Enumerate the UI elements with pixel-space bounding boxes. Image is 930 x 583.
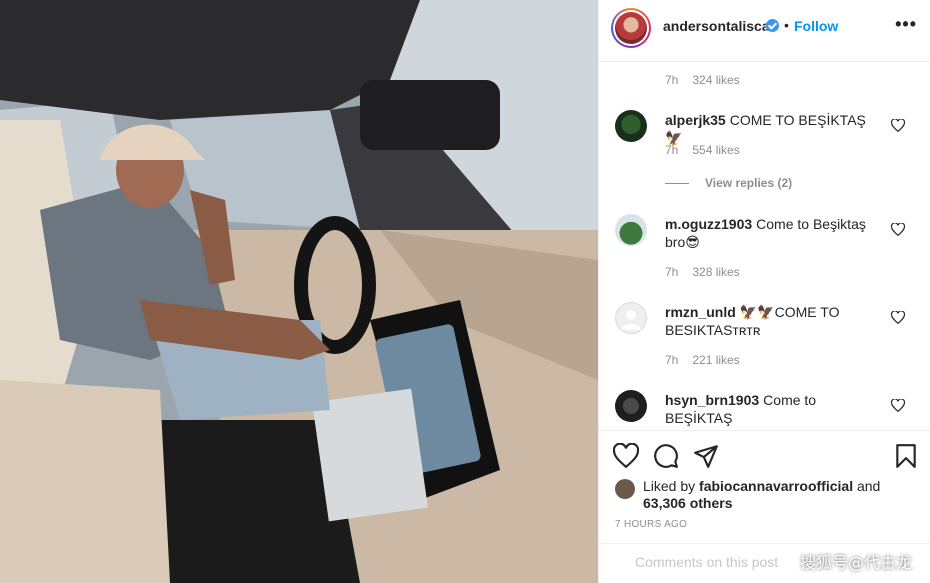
header-separator: • <box>784 17 789 33</box>
author-username[interactable]: andersontalisca <box>663 18 770 34</box>
comment-username[interactable]: hsyn_brn1903 <box>665 392 759 408</box>
likes-summary: Liked by fabiocannavarroofficial and <box>615 477 881 499</box>
watermark: 搜狐号@代古龙 <box>799 553 912 572</box>
likes-prefix: Liked by <box>643 478 696 494</box>
liker-avatar[interactable] <box>615 479 635 499</box>
comment-meta: 7h 554 likes <box>665 143 740 157</box>
comment-likes[interactable]: 554 likes <box>692 143 739 157</box>
post-side-panel: andersontalisca • Follow ••• 7h 324 likes… <box>598 0 930 583</box>
author-avatar[interactable] <box>611 8 651 48</box>
view-replies-button[interactable]: View replies (2) <box>665 176 792 190</box>
comment-likes[interactable]: 221 likes <box>692 353 739 367</box>
comment-time: 7h <box>665 353 679 367</box>
comment-body: alperjk35 COME TO BEŞİKTAŞ 🦅 <box>665 111 885 147</box>
comment-avatar[interactable] <box>615 214 647 246</box>
bookmark-icon[interactable] <box>893 443 919 469</box>
comment-time: 7h <box>665 143 679 157</box>
post-photo[interactable] <box>0 0 598 583</box>
comment-username[interactable]: alperjk35 <box>665 112 726 128</box>
comment-avatar[interactable] <box>615 390 647 422</box>
share-icon[interactable] <box>693 443 719 469</box>
comment-body: m.oguzz1903 Come to Beşiktaş bro😎 <box>665 215 885 251</box>
post-photo-illustration <box>0 0 598 583</box>
comment-avatar[interactable] <box>615 302 647 334</box>
heart-icon[interactable] <box>613 443 639 469</box>
comment-time: 7h <box>665 73 679 87</box>
default-avatar-icon <box>621 310 641 330</box>
comment-username[interactable]: m.oguzz1903 <box>665 216 752 232</box>
post-header: andersontalisca • Follow ••• <box>599 0 930 62</box>
comment-like-icon[interactable] <box>891 223 905 236</box>
comment-body: rmzn_unld 🦅🦅COME TO BESIKTASᴛʀᴛʀ <box>665 303 885 339</box>
more-options-icon[interactable]: ••• <box>895 14 917 35</box>
comment-body: hsyn_brn1903 Come to BEŞİKTAŞ <box>665 391 885 427</box>
comment-likes[interactable]: 324 likes <box>692 73 739 87</box>
comment-username[interactable]: rmzn_unld <box>665 304 736 320</box>
comment-icon[interactable] <box>653 443 679 469</box>
comment-meta: 7h 324 likes <box>665 73 740 87</box>
comment-avatar[interactable] <box>615 110 647 142</box>
comment-time: 7h <box>665 265 679 279</box>
post-timestamp[interactable]: 7 HOURS AGO <box>615 519 687 530</box>
verified-badge-icon <box>766 19 779 32</box>
comment-meta: 7h 221 likes <box>665 353 740 367</box>
liker-username[interactable]: fabiocannavarroofficial <box>699 478 853 494</box>
comment-meta: 7h 328 likes <box>665 265 740 279</box>
comments-list[interactable]: 7h 324 likes alperjk35 COME TO BEŞİKTAŞ 🦅 … <box>599 62 930 430</box>
comment-like-icon[interactable] <box>891 311 905 324</box>
comment-like-icon[interactable] <box>891 399 905 412</box>
likes-others-count[interactable]: 63,306 others <box>643 495 733 511</box>
follow-button[interactable]: Follow <box>794 18 838 34</box>
likes-and: and <box>856 478 881 494</box>
comment-like-icon[interactable] <box>891 119 905 132</box>
comment-likes[interactable]: 328 likes <box>692 265 739 279</box>
